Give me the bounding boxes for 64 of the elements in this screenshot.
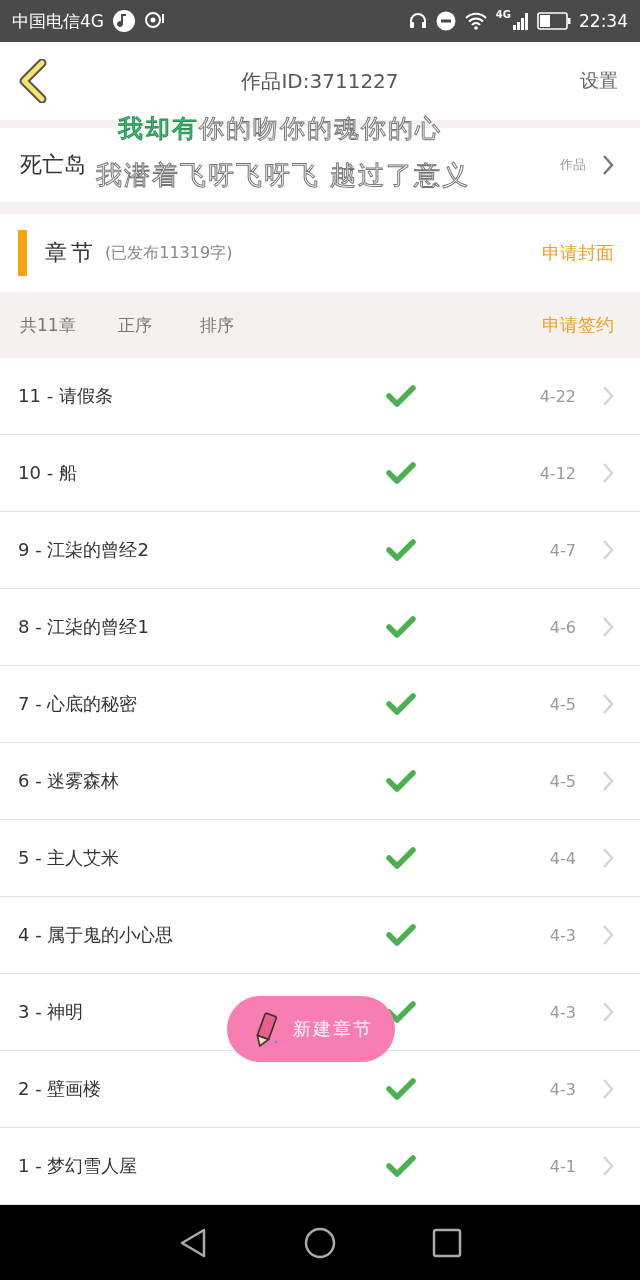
- chevron-icon: [602, 462, 614, 484]
- chapter-title: 9 - 江柒的曾经2: [18, 538, 150, 562]
- chapter-title: 7 - 心底的秘密: [18, 692, 139, 716]
- chapter-date: 4-5: [549, 694, 576, 714]
- wifi-icon: [463, 11, 488, 31]
- chapter-row[interactable]: 9 - 江柒的曾经2 4-7: [0, 512, 640, 589]
- chapter-title: 11 - 请假条: [18, 384, 114, 408]
- music-icon: [112, 9, 136, 33]
- chevron-icon: [602, 770, 614, 792]
- chevron-icon: [602, 847, 614, 869]
- chapter-row[interactable]: 4 - 属于鬼的小心思 4-3: [0, 897, 640, 974]
- chevron-icon: [602, 693, 614, 715]
- chevron-icon: [602, 385, 614, 407]
- chapter-date: 4-5: [549, 771, 576, 791]
- headphones-icon: [407, 11, 428, 31]
- chapter-title: 2 - 壁画楼: [18, 1077, 103, 1101]
- clock: 22:34: [579, 11, 628, 31]
- chapter-row[interactable]: 5 - 主人艾米 4-4: [0, 820, 640, 897]
- settings-button[interactable]: 设置: [576, 62, 622, 100]
- chapter-title: 3 - 神明: [18, 1000, 85, 1024]
- chevron-icon: [602, 154, 614, 176]
- work-title: 死亡岛: [20, 151, 86, 179]
- do-not-disturb-icon: [435, 11, 456, 31]
- chapter-title: 10 - 船: [18, 461, 78, 485]
- chapter-title: 8 - 江柒的曾经1: [18, 615, 150, 639]
- chapter-date: 4-3: [549, 1002, 576, 1022]
- chapter-row[interactable]: 8 - 江柒的曾经1 4-6: [0, 589, 640, 666]
- word-count: (已发布11319字): [105, 242, 233, 264]
- network-label: 4G: [495, 9, 511, 20]
- ascending-order-button[interactable]: 正序: [118, 313, 152, 337]
- chapter-row[interactable]: 6 - 迷雾森林 4-5: [0, 743, 640, 820]
- signal-icon: [513, 12, 529, 30]
- chapter-title: 6 - 迷雾森林: [18, 769, 121, 793]
- chapter-title: 1 - 梦幻雪人屋: [18, 1154, 139, 1178]
- chapter-row[interactable]: 7 - 心底的秘密 4-5: [0, 666, 640, 743]
- home-icon[interactable]: [304, 1226, 336, 1259]
- chapter-date: 4-4: [549, 848, 576, 868]
- chevron-icon: [602, 1155, 614, 1177]
- chapter-date: 4-1: [549, 1156, 576, 1176]
- recent-apps-icon[interactable]: [432, 1227, 462, 1258]
- back-button[interactable]: [18, 59, 48, 103]
- chapter-count: 共11章: [20, 313, 77, 337]
- section-title: 章节: [45, 239, 97, 267]
- chevron-icon: [602, 1078, 614, 1100]
- back-icon[interactable]: [178, 1226, 208, 1259]
- chapter-title: 5 - 主人艾米: [18, 846, 121, 870]
- chapter-row[interactable]: 11 - 请假条 4-22: [0, 358, 640, 435]
- carrier-label: 中国电信4G: [12, 9, 104, 33]
- chapter-date: 4-7: [549, 540, 576, 560]
- chapter-title: 4 - 属于鬼的小心思: [18, 923, 175, 947]
- chapter-row[interactable]: 10 - 船 4-12: [0, 435, 640, 512]
- chevron-icon: [602, 539, 614, 561]
- battery-icon: [537, 12, 571, 30]
- chevron-icon: [602, 616, 614, 638]
- chapter-date: 4-3: [549, 925, 576, 945]
- chevron-icon: [602, 1001, 614, 1023]
- chapter-date: 4-6: [549, 617, 576, 637]
- chapter-date: 4-22: [539, 386, 576, 406]
- chapter-date: 4-3: [549, 1079, 576, 1099]
- section-marker: [18, 230, 27, 276]
- header-title: 作品ID:3711227: [241, 67, 399, 95]
- chapter-date: 4-12: [539, 463, 576, 483]
- sort-button[interactable]: 排序: [200, 313, 234, 337]
- chevron-icon: [602, 924, 614, 946]
